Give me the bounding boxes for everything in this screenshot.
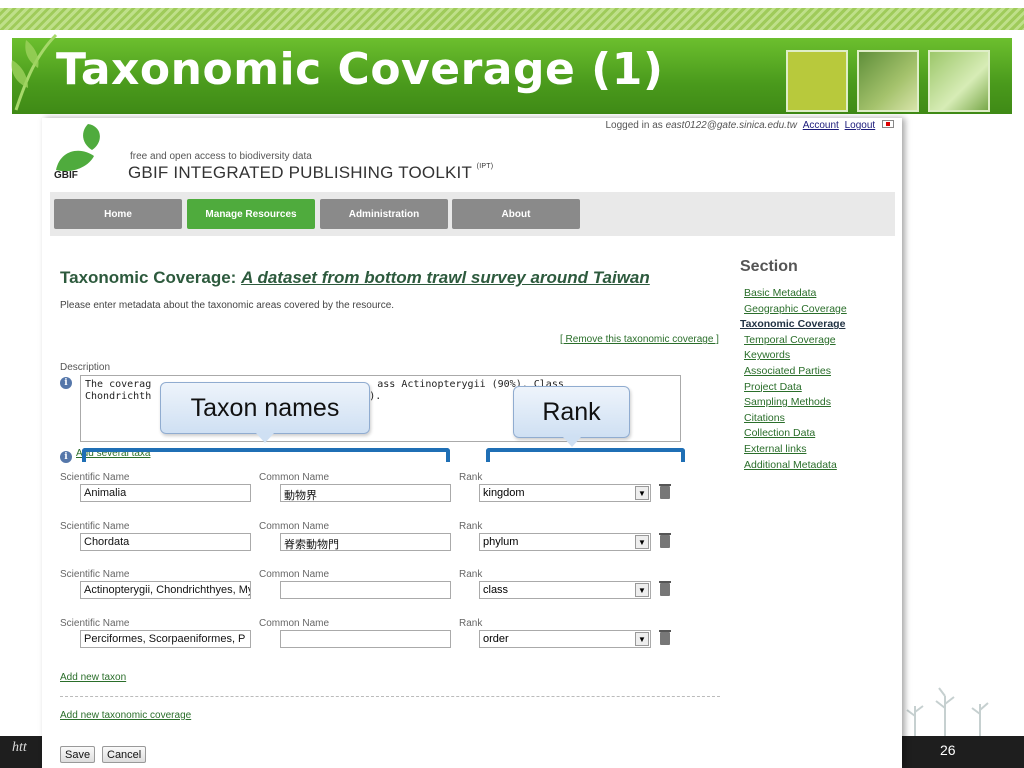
scientific-name-label: Scientific Name [60, 569, 130, 580]
common-name-input[interactable]: 脊索動物門 [280, 533, 451, 551]
page-title: Taxonomic Coverage: A dataset from botto… [60, 268, 650, 287]
nav-home[interactable]: Home [54, 199, 182, 229]
rank-label: Rank [459, 618, 483, 629]
rank-label: Rank [459, 521, 483, 532]
login-status: Logged in as east0122@gate.sinica.edu.tw… [606, 120, 894, 131]
section-associated-parties[interactable]: Associated Parties [744, 364, 847, 380]
section-nav: Basic Metadata Geographic Coverage Taxon… [740, 286, 847, 474]
scientific-name-input[interactable]: Actinopterygii, Chondrichthyes, My [80, 581, 251, 599]
login-user: east0122@gate.sinica.edu.tw [665, 120, 797, 131]
divider [60, 696, 720, 697]
taxon-row: Scientific Name Common Name Rank Actinop… [42, 569, 742, 609]
slide-title: Taxonomic Coverage (1) [56, 44, 664, 95]
toolkit-title: GBIF INTEGRATED PUBLISHING TOOLKIT (IPT) [128, 163, 494, 182]
dragonfly-photo-icon [928, 50, 990, 112]
add-new-coverage-link[interactable]: Add new taxonomic coverage [60, 710, 191, 721]
info-icon[interactable]: i [60, 377, 72, 389]
rank-callout: Rank [513, 386, 630, 447]
dataset-title-link[interactable]: A dataset from bottom trawl survey aroun… [241, 268, 650, 287]
add-new-taxon-link[interactable]: Add new taxon [60, 672, 126, 683]
section-project-data[interactable]: Project Data [744, 380, 847, 396]
footer-url: htt [12, 740, 27, 755]
chevron-down-icon[interactable]: ▼ [635, 583, 649, 597]
chevron-down-icon[interactable]: ▼ [635, 535, 649, 549]
section-collection-data[interactable]: Collection Data [744, 426, 847, 442]
scientific-name-label: Scientific Name [60, 472, 130, 483]
cancel-button[interactable]: Cancel [102, 746, 147, 763]
remove-coverage-link[interactable]: [ Remove this taxonomic coverage ] [560, 334, 719, 345]
intro-text: Please enter metadata about the taxonomi… [60, 300, 395, 311]
rank-select[interactable]: class ▼ [479, 581, 651, 599]
nav-manage-resources[interactable]: Manage Resources [187, 199, 315, 229]
green-square-thumbnail [786, 50, 848, 112]
section-citations[interactable]: Citations [744, 411, 847, 427]
chevron-down-icon[interactable]: ▼ [635, 486, 649, 500]
trash-icon[interactable] [659, 533, 671, 548]
butterfly-photo-icon [857, 50, 919, 112]
common-name-label: Common Name [259, 521, 330, 532]
gbif-wordmark: GBIF [54, 170, 78, 181]
description-label: Description [60, 362, 111, 373]
rank-select[interactable]: phylum ▼ [479, 533, 651, 551]
scientific-name-label: Scientific Name [60, 618, 130, 629]
section-external-links[interactable]: External links [744, 442, 847, 458]
nav-about[interactable]: About [452, 199, 580, 229]
section-geographic-coverage[interactable]: Geographic Coverage [744, 302, 847, 318]
chevron-down-icon[interactable]: ▼ [635, 632, 649, 646]
scientific-name-label: Scientific Name [60, 521, 130, 532]
scientific-name-input[interactable]: Animalia [80, 484, 251, 502]
rank-select[interactable]: kingdom ▼ [479, 484, 651, 502]
section-additional-metadata[interactable]: Additional Metadata [744, 458, 847, 474]
scientific-name-input[interactable]: Chordata [80, 533, 251, 551]
scientific-name-input[interactable]: Perciformes, Scorpaeniformes, P [80, 630, 251, 648]
taxon-names-callout: Taxon names [160, 382, 370, 443]
rank-bracket [486, 448, 685, 462]
section-temporal-coverage[interactable]: Temporal Coverage [744, 333, 847, 349]
taxon-row: Scientific Name Common Name Rank Chordat… [42, 521, 742, 561]
rank-label: Rank [459, 569, 483, 580]
language-flag-icon[interactable] [882, 120, 894, 128]
taxon-names-bracket [82, 448, 450, 462]
section-basic-metadata[interactable]: Basic Metadata [744, 286, 847, 302]
logout-link[interactable]: Logout [845, 120, 876, 131]
top-stripe [0, 8, 1024, 30]
trash-icon[interactable] [659, 484, 671, 499]
taxon-row: Scientific Name Common Name Rank Animali… [42, 472, 742, 512]
common-name-input[interactable]: 動物界 [280, 484, 451, 502]
add-several-info-icon[interactable]: i [60, 451, 72, 463]
taxon-row: Scientific Name Common Name Rank Percifo… [42, 618, 742, 658]
ipt-screenshot: Logged in as east0122@gate.sinica.edu.tw… [42, 118, 902, 768]
common-name-label: Common Name [259, 618, 330, 629]
save-button[interactable]: Save [60, 746, 96, 763]
rank-label: Rank [459, 472, 483, 483]
section-keywords[interactable]: Keywords [744, 348, 847, 364]
common-name-input[interactable] [280, 630, 451, 648]
common-name-label: Common Name [259, 472, 330, 483]
section-sampling-methods[interactable]: Sampling Methods [744, 395, 847, 411]
tagline: free and open access to biodiversity dat… [130, 151, 312, 162]
common-name-label: Common Name [259, 569, 330, 580]
trash-icon[interactable] [659, 581, 671, 596]
plant-decoration-icon [906, 687, 989, 736]
trash-icon[interactable] [659, 630, 671, 645]
section-heading: Section [740, 258, 798, 275]
main-nav: Home Manage Resources Administration Abo… [50, 192, 895, 236]
page-number: 26 [940, 742, 956, 758]
common-name-input[interactable] [280, 581, 451, 599]
account-link[interactable]: Account [803, 120, 839, 131]
section-taxonomic-coverage[interactable]: Taxonomic Coverage [740, 317, 847, 333]
nav-administration[interactable]: Administration [320, 199, 448, 229]
rank-select[interactable]: order ▼ [479, 630, 651, 648]
